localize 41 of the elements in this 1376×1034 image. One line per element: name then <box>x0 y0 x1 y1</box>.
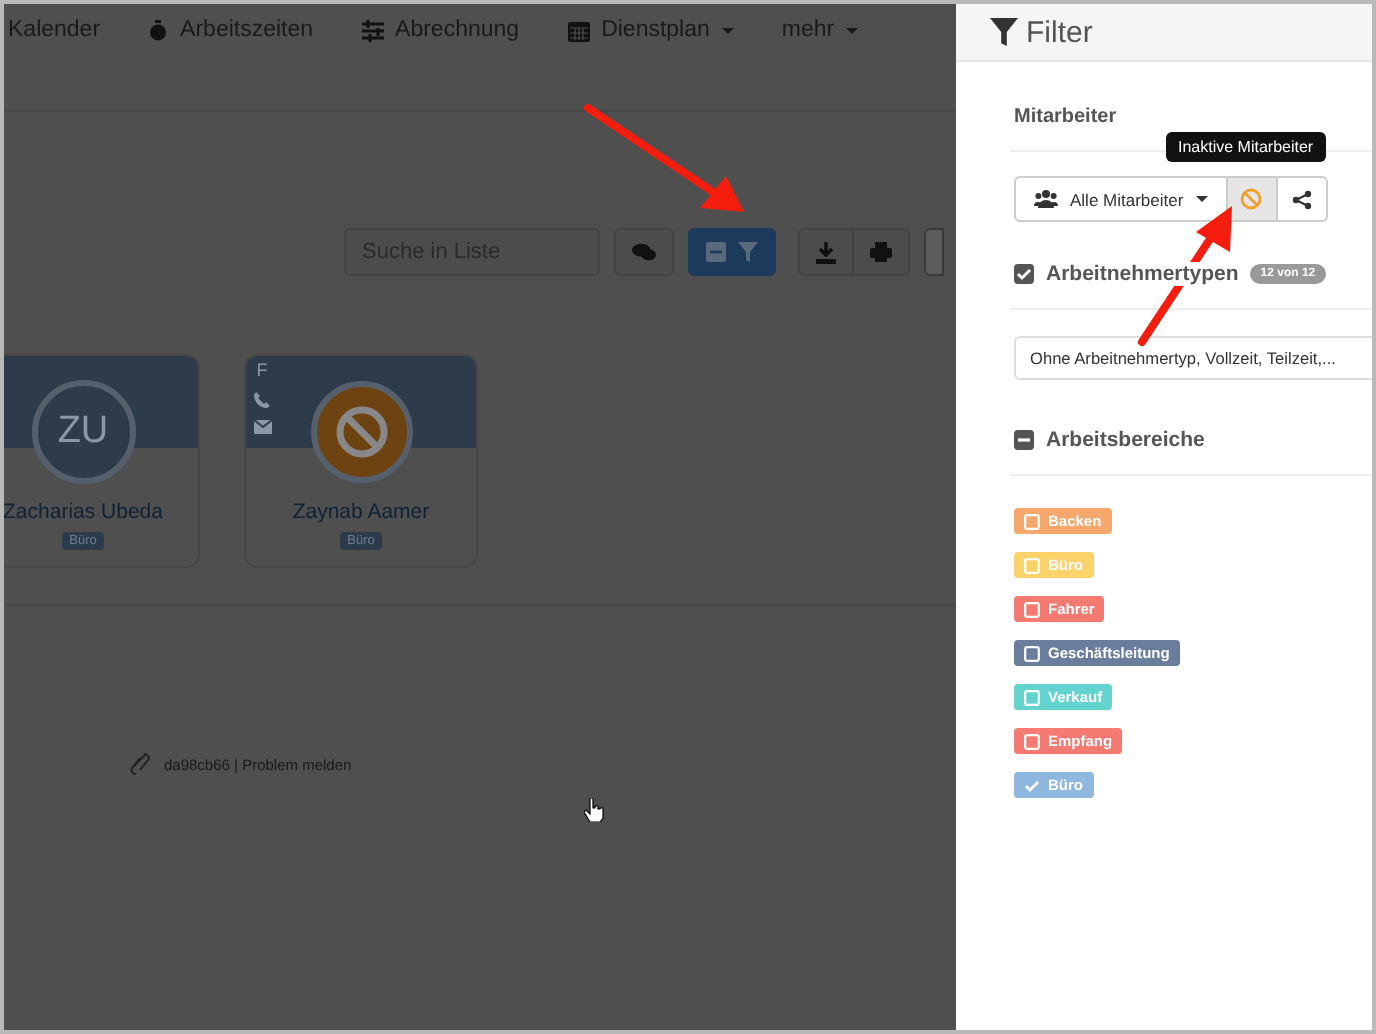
share-button[interactable] <box>1277 176 1328 222</box>
toolbar-button[interactable] <box>924 228 944 276</box>
tooltip: Inaktive Mitarbeiter <box>1166 132 1326 162</box>
checkbox-empty-icon <box>1024 733 1040 749</box>
checkbox-empty-icon <box>1024 645 1040 661</box>
link-icon <box>130 750 150 778</box>
chat-button[interactable] <box>614 228 674 276</box>
people-icon <box>1034 190 1058 208</box>
chat-icon <box>632 242 656 262</box>
checkbox-empty-icon <box>1024 689 1040 705</box>
caret-icon <box>1195 196 1208 202</box>
employee-name: Zaynab Aamer <box>292 500 430 524</box>
panel-title: Filter <box>1026 15 1093 49</box>
prohibited-icon <box>1240 188 1263 210</box>
section-heading: Arbeitnehmertypen <box>1046 262 1239 286</box>
checkbox-mixed-icon[interactable] <box>1014 430 1034 450</box>
stopwatch-icon <box>148 19 169 41</box>
filter-icon <box>738 242 758 262</box>
filter-button[interactable] <box>688 228 776 276</box>
print-button[interactable] <box>854 228 910 276</box>
sliders-icon <box>361 19 384 41</box>
envelope-icon <box>253 420 271 434</box>
filter-icon <box>990 18 1018 46</box>
section-heading: Arbeitsbereiche <box>1046 428 1205 452</box>
employee-dropdown[interactable]: Alle Mitarbeiter <box>1014 176 1228 222</box>
download-icon <box>816 241 836 263</box>
phone-icon <box>254 392 270 408</box>
checkbox-empty-icon <box>1024 557 1040 573</box>
check-icon <box>1024 777 1040 793</box>
contact-label: F <box>256 360 268 380</box>
section-heading: Mitarbeiter <box>1014 106 1119 128</box>
minus-square-icon <box>706 242 726 262</box>
checkbox-empty-icon <box>1024 513 1040 529</box>
share-icon <box>1291 189 1312 209</box>
employee-name: Zacharias Ubeda <box>4 500 163 524</box>
checkbox-checked-icon[interactable] <box>1014 264 1034 284</box>
checkbox-empty-icon <box>1024 601 1040 617</box>
download-button[interactable] <box>798 228 854 276</box>
type-select[interactable]: Ohne Arbeitnehmertyp, Vollzeit, Teilzeit,... <box>1014 336 1372 380</box>
calendar-icon <box>567 19 590 41</box>
hand-cursor-icon <box>584 798 604 822</box>
